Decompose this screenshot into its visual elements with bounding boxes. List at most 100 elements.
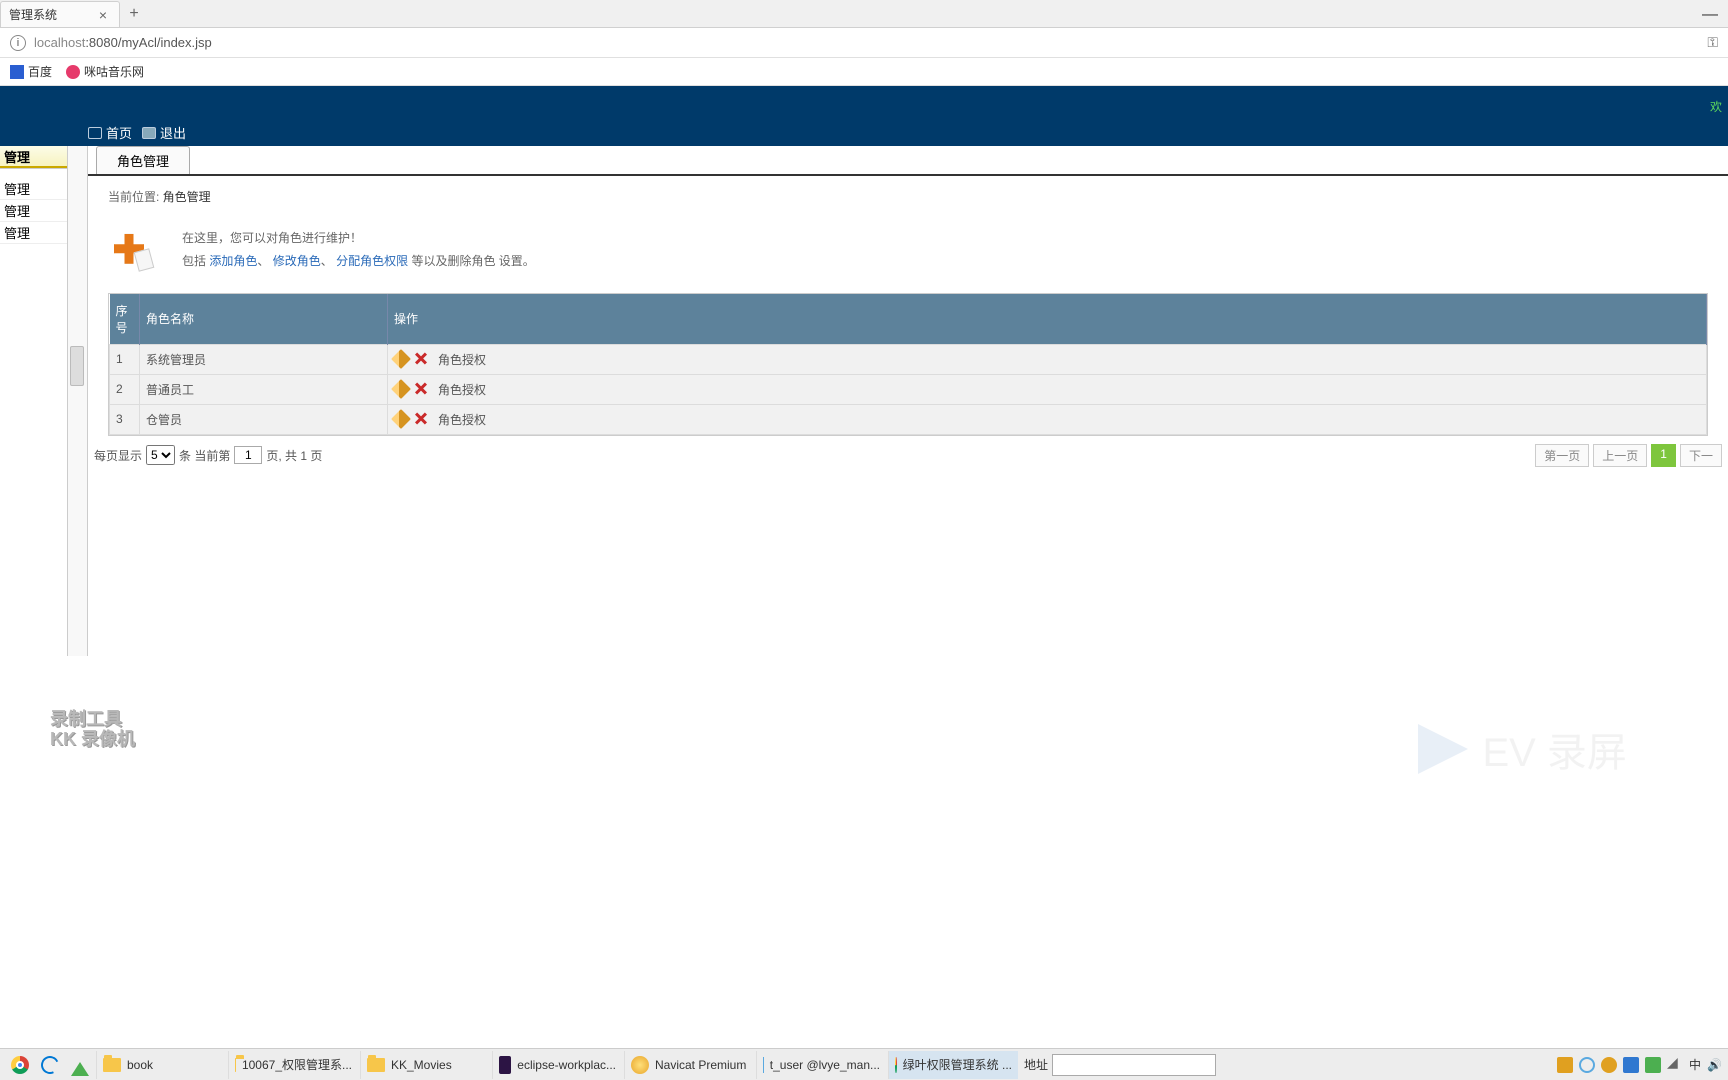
welcome-text: 欢 [1710, 98, 1722, 115]
add-paper-icon [108, 228, 152, 272]
content-area: 角色管理 当前位置: 角色管理 在这里，您可以对角色进行维护！ 包括 添加角色、… [88, 146, 1728, 656]
splitter[interactable] [68, 146, 88, 656]
url-text[interactable]: localhost:8080/myAcl/index.jsp [34, 35, 212, 50]
migu-icon [66, 65, 80, 79]
pagination: 每页显示 5 条 当前第 页, 共 1 页 第一页 上一页 1 下一 [88, 436, 1728, 475]
bookmark-migu[interactable]: 咪咕音乐网 [62, 63, 148, 80]
close-icon[interactable]: × [95, 7, 111, 23]
next-page-button[interactable]: 下一 [1680, 444, 1722, 467]
sidebar-item-role-mgmt[interactable]: 管理 [0, 146, 67, 168]
system-tray: 中 🔊 [1557, 1056, 1722, 1073]
delete-icon[interactable] [414, 382, 428, 396]
link-add-role[interactable]: 添加角色 [209, 254, 257, 268]
edge-icon [38, 1053, 61, 1076]
edit-icon[interactable] [391, 379, 411, 399]
taskbar-tuser[interactable]: t_user @lvye_man... [756, 1051, 886, 1079]
address-bar: i localhost:8080/myAcl/index.jsp ⚿ [0, 28, 1728, 58]
app-header: 欢 首页 退出 [0, 86, 1728, 146]
sidebar-divider [0, 168, 67, 178]
chrome-icon [895, 1057, 897, 1073]
wifi-icon[interactable] [1667, 1057, 1683, 1073]
breadcrumb-location: 角色管理 [163, 190, 211, 204]
edit-icon[interactable] [391, 409, 411, 429]
role-name-cell: 仓管员 [140, 404, 388, 434]
tray-icon[interactable] [1623, 1057, 1639, 1073]
taskbar-navicat[interactable]: Navicat Premium [624, 1051, 754, 1079]
col-seq: 序号 [110, 294, 140, 345]
tray-icon[interactable] [1579, 1057, 1595, 1073]
col-op: 操作 [388, 294, 1707, 345]
site-info-icon[interactable]: i [10, 35, 26, 51]
taskbar-proj[interactable]: 10067_权限管理系... [228, 1051, 358, 1079]
link-perm-role[interactable]: 分配角色权限 [336, 254, 408, 268]
bookmarks-bar: 百度 咪咕音乐网 [0, 58, 1728, 86]
minimize-icon[interactable]: — [1702, 6, 1718, 24]
table-row: 1 系统管理员 角色授权 [110, 344, 1707, 374]
role-table: 序号 角色名称 操作 1 系统管理员 角色授权 [108, 293, 1708, 436]
intro-block: 在这里，您可以对角色进行维护！ 包括 添加角色、 修改角色、 分配角色权限 等以… [88, 217, 1728, 283]
tray-icon[interactable] [1645, 1057, 1661, 1073]
taskbar-peak[interactable] [66, 1051, 94, 1079]
sidebar: 管理 管理 管理 管理 [0, 146, 68, 656]
tray-icon[interactable] [1601, 1057, 1617, 1073]
breadcrumb: 当前位置: 角色管理 [88, 176, 1728, 217]
edit-icon[interactable] [391, 349, 411, 369]
navicat-icon [631, 1056, 649, 1074]
taskbar-chrome[interactable] [6, 1051, 34, 1079]
content-tabs: 角色管理 [88, 146, 1728, 176]
nav-exit[interactable]: 退出 [142, 123, 186, 142]
perm-link[interactable]: 角色授权 [438, 381, 486, 398]
sidebar-item-3[interactable]: 管理 [0, 222, 67, 244]
taskbar-eclipse[interactable]: eclipse-workplac... [492, 1051, 622, 1079]
folder-icon [235, 1058, 236, 1072]
password-key-icon[interactable]: ⚿ [1707, 34, 1718, 51]
tab-role-mgmt[interactable]: 角色管理 [96, 146, 190, 174]
table-row: 2 普通员工 角色授权 [110, 374, 1707, 404]
taskbar-edge[interactable] [36, 1051, 64, 1079]
play-icon [1418, 724, 1468, 774]
peak-icon [71, 1053, 89, 1076]
page-1-button[interactable]: 1 [1651, 444, 1676, 467]
role-name-cell: 普通员工 [140, 374, 388, 404]
baidu-icon [10, 65, 24, 79]
tray-icon[interactable] [1557, 1057, 1573, 1073]
folder-icon [367, 1058, 385, 1072]
link-edit-role[interactable]: 修改角色 [273, 254, 321, 268]
prev-page-button[interactable]: 上一页 [1593, 444, 1647, 467]
page-size-select[interactable]: 5 [146, 445, 175, 465]
sidebar-item-2[interactable]: 管理 [0, 200, 67, 222]
table-row: 3 仓管员 角色授权 [110, 404, 1707, 434]
delete-icon[interactable] [414, 352, 428, 366]
exit-icon [142, 127, 156, 139]
taskbar-book[interactable]: book [96, 1051, 226, 1079]
kk-watermark: 录制工具 KK 录像机 [50, 710, 135, 750]
sidebar-item-1[interactable]: 管理 [0, 178, 67, 200]
intro-text: 在这里，您可以对角色进行维护！ 包括 添加角色、 修改角色、 分配角色权限 等以… [182, 227, 535, 273]
header-nav: 首页 退出 [88, 123, 186, 142]
first-page-button[interactable]: 第一页 [1535, 444, 1589, 467]
chrome-icon [11, 1056, 29, 1074]
folder-icon [103, 1058, 121, 1072]
home-icon [88, 127, 102, 139]
volume-icon[interactable]: 🔊 [1707, 1058, 1722, 1072]
browser-tab[interactable]: 管理系统 × [0, 1, 120, 27]
current-page-input[interactable] [234, 446, 262, 464]
taskbar-address: 地址 [1024, 1054, 1216, 1076]
splitter-handle-icon[interactable] [70, 346, 84, 386]
role-name-cell: 系统管理员 [140, 344, 388, 374]
bookmark-baidu[interactable]: 百度 [6, 63, 56, 80]
perm-link[interactable]: 角色授权 [438, 351, 486, 368]
window-icon [763, 1057, 764, 1073]
ev-watermark: EV 录屏 [1418, 720, 1698, 780]
tab-title: 管理系统 [9, 6, 57, 23]
ime-indicator[interactable]: 中 [1689, 1056, 1701, 1073]
new-tab-button[interactable]: + [120, 1, 148, 27]
delete-icon[interactable] [414, 412, 428, 426]
taskbar-kk[interactable]: KK_Movies [360, 1051, 490, 1079]
taskbar-address-input[interactable] [1052, 1054, 1216, 1076]
perm-link[interactable]: 角色授权 [438, 411, 486, 428]
taskbar: book 10067_权限管理系... KK_Movies eclipse-wo… [0, 1048, 1728, 1080]
taskbar-lvye[interactable]: 绿叶权限管理系统 ... [888, 1051, 1018, 1079]
col-name: 角色名称 [140, 294, 388, 345]
nav-home[interactable]: 首页 [88, 123, 132, 142]
